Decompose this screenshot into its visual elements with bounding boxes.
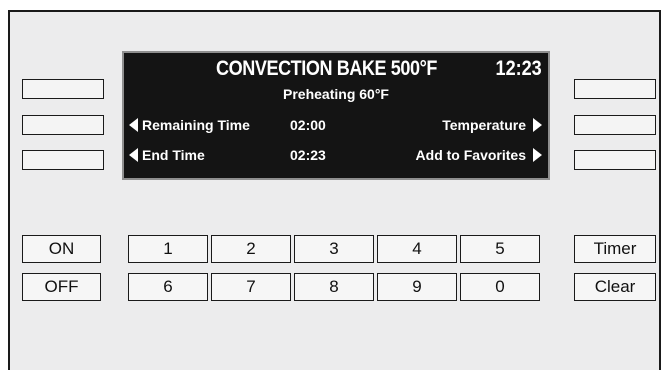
right-softkey-1[interactable] [574, 79, 656, 99]
end-time-value: 02:23 [290, 147, 326, 163]
keypad-9[interactable]: 9 [377, 273, 457, 301]
keypad-5[interactable]: 5 [460, 235, 540, 263]
clock: 12:23 [495, 57, 542, 80]
remaining-time-label[interactable]: Remaining Time [142, 117, 250, 133]
keypad-8[interactable]: 8 [294, 273, 374, 301]
add-to-favorites-label[interactable]: Add to Favorites [416, 147, 526, 163]
right-arrow-icon [533, 148, 542, 162]
on-button[interactable]: ON [22, 235, 101, 263]
temperature-label[interactable]: Temperature [442, 117, 526, 133]
left-softkey-1[interactable] [22, 79, 104, 99]
left-softkey-2[interactable] [22, 115, 104, 135]
preheat-status: Preheating 60°F [283, 86, 389, 102]
left-arrow-icon [129, 148, 138, 162]
oven-display: CONVECTION BAKE 500°F 12:23 Preheating 6… [122, 51, 550, 180]
right-softkey-2[interactable] [574, 115, 656, 135]
keypad-1[interactable]: 1 [128, 235, 208, 263]
cooking-mode-title: CONVECTION BAKE 500°F [216, 57, 437, 80]
right-softkey-3[interactable] [574, 150, 656, 170]
off-button[interactable]: OFF [22, 273, 101, 301]
keypad-3[interactable]: 3 [294, 235, 374, 263]
left-arrow-icon [129, 118, 138, 132]
keypad-7[interactable]: 7 [211, 273, 291, 301]
keypad-4[interactable]: 4 [377, 235, 457, 263]
keypad-2[interactable]: 2 [211, 235, 291, 263]
left-softkey-3[interactable] [22, 150, 104, 170]
keypad-6[interactable]: 6 [128, 273, 208, 301]
clear-button[interactable]: Clear [574, 273, 656, 301]
keypad-0[interactable]: 0 [460, 273, 540, 301]
end-time-label[interactable]: End Time [142, 147, 205, 163]
right-arrow-icon [533, 118, 542, 132]
timer-button[interactable]: Timer [574, 235, 656, 263]
remaining-time-value: 02:00 [290, 117, 326, 133]
